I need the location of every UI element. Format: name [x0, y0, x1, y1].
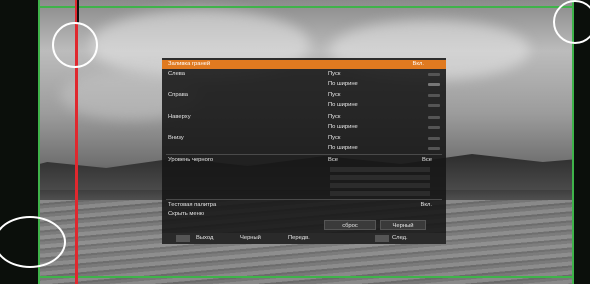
black-label[interactable]: Черный [240, 233, 261, 244]
menu-row-value: Вкл. [412, 61, 424, 67]
menu-row-label: Заливка граней [168, 61, 211, 67]
move-label[interactable]: Передв. [288, 233, 310, 244]
next-label[interactable]: След. [392, 233, 408, 244]
menu-row-value: Пуск [328, 135, 341, 141]
bottom-help-bar: Выход Черный Передв. След. [162, 233, 446, 244]
menu-row-test-palette[interactable]: Тестовая палитра Вкл. [162, 201, 446, 210]
menu-row-label: Слева [168, 71, 186, 77]
callout-circle-top-right [553, 0, 590, 44]
exit-key-icon [176, 235, 190, 242]
reset-button[interactable]: сброс [324, 220, 376, 230]
menu-row-value-right: Все [422, 157, 432, 163]
menu-row-value: Пуск [328, 114, 341, 120]
value-indicator [428, 147, 440, 150]
black-level-slot[interactable] [330, 191, 430, 196]
black-level-slot[interactable] [330, 175, 430, 180]
menu-row-label: Тестовая палитра [168, 202, 217, 208]
menu-row-label: Скрыть меню [168, 211, 205, 217]
menu-row-label: Уровень черного [168, 157, 214, 163]
value-indicator [428, 83, 440, 86]
menu-row-right-width[interactable]: По ширине [162, 101, 446, 110]
callout-circle-top-left [52, 22, 98, 68]
menu-row-label: Справа [168, 92, 189, 98]
menu-divider [166, 199, 442, 200]
menu-row-value: Все [328, 157, 338, 163]
menu-row-right[interactable]: Справа Пуск [162, 91, 446, 100]
menu-row-value: По ширине [328, 124, 358, 130]
menu-row-edge-fill[interactable]: Заливка граней Вкл. [162, 60, 446, 69]
callout-pointer [77, 0, 79, 24]
menu-row-value: По ширине [328, 145, 358, 151]
menu-row-label: Наверху [168, 114, 191, 120]
menu-row-hide-menu[interactable]: Скрыть меню [162, 210, 446, 219]
menu-row-value: По ширине [328, 102, 358, 108]
value-indicator [428, 94, 440, 97]
value-indicator [428, 73, 440, 76]
menu-row-value: Вкл. [420, 202, 432, 208]
menu-row-label: Внизу [168, 135, 184, 141]
exit-label[interactable]: Выход [196, 233, 213, 244]
bottom-guide-line [38, 276, 574, 278]
menu-row-top[interactable]: Наверху Пуск [162, 113, 446, 122]
menu-row-bottom-width[interactable]: По ширине [162, 144, 446, 153]
menu-row-bottom[interactable]: Внизу Пуск [162, 134, 446, 143]
edge-blend-menu: Заливка граней Вкл. Слева Пуск По ширине… [162, 58, 446, 244]
menu-row-black-level[interactable]: Уровень черного Все Все [162, 156, 446, 165]
black-level-slot[interactable] [330, 167, 430, 172]
value-indicator [428, 126, 440, 129]
black-level-slot[interactable] [330, 183, 430, 188]
next-key-icon [375, 235, 389, 242]
menu-row-top-width[interactable]: По ширине [162, 123, 446, 132]
value-indicator [428, 104, 440, 107]
top-guide-line [38, 6, 574, 8]
menu-row-left-width[interactable]: По ширине [162, 80, 446, 89]
menu-row-value: По ширине [328, 81, 358, 87]
menu-row-value: Пуск [328, 71, 341, 77]
menu-row-value: Пуск [328, 92, 341, 98]
menu-divider [166, 154, 442, 155]
value-indicator [428, 116, 440, 119]
value-indicator [428, 137, 440, 140]
menu-row-left[interactable]: Слева Пуск [162, 70, 446, 79]
black-button[interactable]: Черный [380, 220, 426, 230]
